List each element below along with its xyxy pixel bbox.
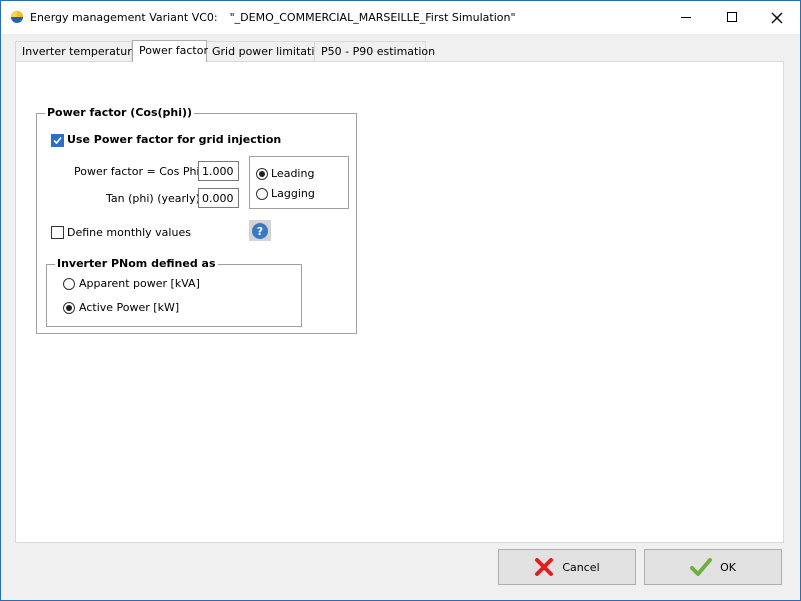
green-check-icon — [690, 558, 713, 576]
title-project: "_DEMO_COMMERCIAL_MARSEILLE_First Simula… — [229, 11, 516, 24]
apparent-power-radio[interactable] — [63, 278, 75, 290]
minimize-icon — [680, 17, 691, 18]
maximize-icon — [726, 12, 737, 22]
leading-label: Leading — [271, 167, 315, 180]
use-power-factor-label: Use Power factor for grid injection — [67, 133, 282, 146]
leading-radio[interactable] — [256, 168, 268, 180]
title-prefix: Energy management Variant VC0: — [30, 11, 218, 24]
leading-lagging-box: Leading Lagging — [249, 156, 349, 209]
tab-power-factor[interactable]: Power factor — [132, 40, 208, 62]
window-title: Energy management Variant VC0: "_DEMO_COM… — [30, 11, 516, 24]
power-factor-group: Power factor (Cos(phi)) Use Power factor… — [36, 106, 357, 334]
tab-label: Power factor — [139, 44, 208, 57]
use-power-factor-checkbox[interactable] — [51, 134, 64, 147]
maximize-button[interactable] — [709, 1, 755, 34]
define-monthly-label: Define monthly values — [67, 226, 191, 239]
define-monthly-checkbox[interactable] — [51, 226, 64, 239]
inverter-pnom-group: Inverter PNom defined as Apparent power … — [46, 257, 302, 327]
active-power-label: Active Power [kW] — [79, 301, 180, 314]
ok-label: OK — [720, 560, 736, 574]
lagging-radio[interactable] — [256, 188, 268, 200]
app-sun-icon — [11, 11, 23, 23]
help-icon: ? — [252, 222, 268, 239]
cancel-button[interactable]: Cancel — [498, 549, 636, 585]
tab-label: Grid power limitation — [212, 45, 329, 58]
tab-label: P50 - P90 estimation — [321, 45, 436, 58]
close-icon — [771, 12, 783, 23]
tan-phi-label: Tan (phi) (yearly) — [106, 192, 200, 205]
help-button[interactable]: ? — [249, 220, 271, 241]
checkmark-icon — [53, 136, 62, 145]
tab-inverter-temperature[interactable]: Inverter temperature — [15, 41, 138, 61]
tan-phi-input[interactable] — [198, 188, 239, 208]
close-button[interactable] — [754, 1, 800, 34]
cos-phi-input[interactable] — [198, 161, 239, 181]
tab-panel-power-factor: Power factor (Cos(phi)) Use Power factor… — [15, 61, 784, 543]
tab-label: Inverter temperature — [22, 45, 139, 58]
red-x-icon — [535, 558, 554, 576]
cancel-label: Cancel — [562, 560, 600, 574]
cos-phi-label: Power factor = Cos Phi — [74, 165, 200, 178]
dialog-window: Energy management Variant VC0: "_DEMO_COM… — [0, 0, 801, 601]
power-factor-group-title: Power factor (Cos(phi)) — [45, 106, 195, 120]
svg-text:?: ? — [257, 225, 263, 238]
ok-button[interactable]: OK — [644, 549, 782, 585]
title-bar[interactable]: Energy management Variant VC0: "_DEMO_COM… — [1, 1, 800, 34]
tab-p50-p90-estimation[interactable]: P50 - P90 estimation — [314, 41, 435, 61]
active-power-radio[interactable] — [63, 302, 75, 314]
tab-grid-power-limitation[interactable]: Grid power limitation — [205, 41, 328, 61]
inverter-pnom-group-title: Inverter PNom defined as — [55, 257, 218, 271]
lagging-label: Lagging — [271, 187, 315, 200]
minimize-button[interactable] — [663, 1, 709, 34]
apparent-power-label: Apparent power [kVA] — [79, 277, 200, 290]
